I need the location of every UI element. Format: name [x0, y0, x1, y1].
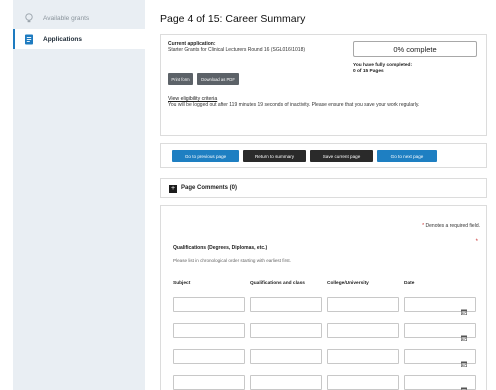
- page-title: Page 4 of 15: Career Summary: [160, 13, 306, 25]
- next-page-button[interactable]: Go to next page: [377, 150, 437, 162]
- completed-pages: You have fully completed: 0 of 15 Pages: [353, 63, 463, 75]
- sidebar-background: [13, 0, 145, 390]
- completed-value: 0 of 15 Pages: [353, 68, 384, 74]
- college-input[interactable]: [327, 349, 399, 364]
- page-navigation: Go to previous page Return to summary Sa…: [160, 143, 487, 168]
- qualifications-hint: Please list in chronological order start…: [173, 258, 291, 263]
- download-pdf-button[interactable]: Download as PDF: [197, 73, 239, 85]
- save-page-button[interactable]: Save current page: [310, 150, 373, 162]
- calendar-icon[interactable]: [461, 354, 468, 367]
- logout-warning: You will be logged out after 119 minutes…: [168, 102, 420, 108]
- college-input[interactable]: [327, 375, 399, 390]
- column-header-subject: Subject: [173, 281, 191, 286]
- subject-input[interactable]: [173, 297, 245, 312]
- column-header-date: Date: [404, 281, 415, 286]
- progress-indicator: 0% complete: [353, 41, 477, 57]
- subject-input[interactable]: [173, 349, 245, 364]
- subject-input[interactable]: [173, 323, 245, 338]
- page-comments-label: Page Comments (0): [181, 185, 238, 191]
- required-note-text: Denotes a required field.: [425, 223, 480, 229]
- sidebar-item-label: Available grants: [43, 14, 90, 22]
- sidebar-item-available-grants[interactable]: Available grants: [13, 8, 145, 28]
- main-content: Page 4 of 15: Career Summary Current app…: [145, 0, 496, 390]
- application-card: Current application: Starter Grants for …: [160, 34, 487, 136]
- calendar-icon[interactable]: [461, 328, 468, 341]
- college-input[interactable]: [327, 323, 399, 338]
- calendar-icon[interactable]: [461, 380, 468, 390]
- qualification-input[interactable]: [250, 375, 322, 390]
- print-form-button[interactable]: Print form: [168, 73, 193, 85]
- required-star: *: [475, 239, 478, 245]
- application-name: Starter Grants for Clinical Lecturers Ro…: [168, 47, 306, 53]
- sidebar-item-applications[interactable]: Applications: [13, 29, 145, 49]
- previous-page-button[interactable]: Go to previous page: [172, 150, 239, 162]
- column-header-college: College/University: [327, 281, 369, 286]
- qualifications-title: Qualifications (Degrees, Diplomas, etc.): [173, 245, 268, 251]
- plus-icon: +: [169, 185, 177, 193]
- required-field-note: * Denotes a required field.: [422, 223, 480, 229]
- qualification-input[interactable]: [250, 349, 322, 364]
- subject-input[interactable]: [173, 375, 245, 390]
- sidebar: Available grants Applications: [0, 0, 145, 390]
- college-input[interactable]: [327, 297, 399, 312]
- calendar-icon[interactable]: [461, 302, 468, 315]
- qualification-input[interactable]: [250, 323, 322, 338]
- sidebar-item-label: Applications: [43, 35, 83, 43]
- return-summary-button[interactable]: Return to summary: [243, 150, 306, 162]
- document-icon: [23, 33, 35, 45]
- qualification-input[interactable]: [250, 297, 322, 312]
- page-comments-toggle[interactable]: + Page Comments (0): [160, 178, 487, 198]
- column-header-qualification: Qualifications and class: [250, 281, 305, 286]
- lightbulb-icon: [23, 12, 35, 24]
- required-star: *: [422, 223, 425, 229]
- qualifications-form: * Denotes a required field. * Qualificat…: [160, 205, 487, 390]
